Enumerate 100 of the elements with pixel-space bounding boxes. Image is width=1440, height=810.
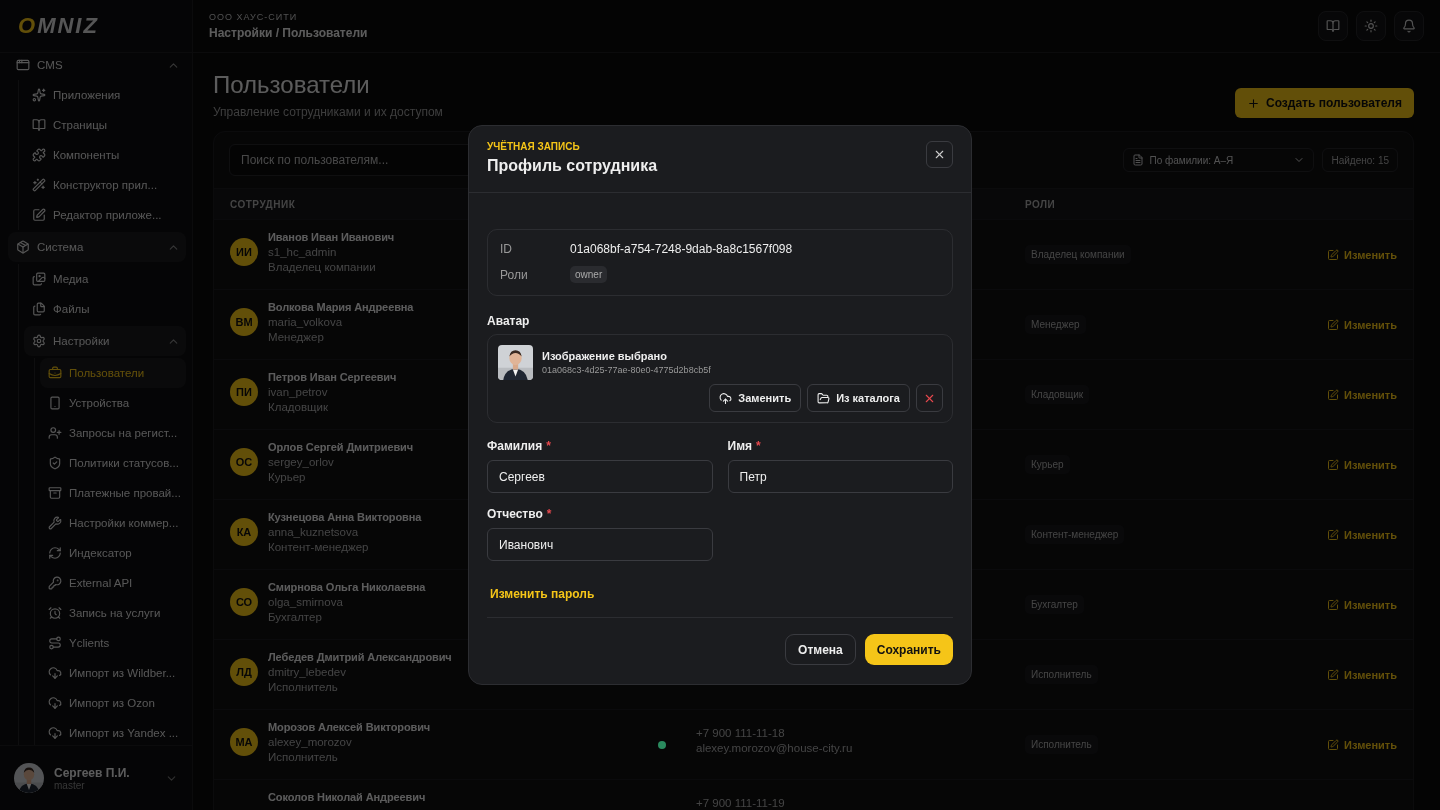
sidebar-item[interactable]: Конструктор прил... [24, 170, 186, 200]
user-login: maria_volkova [268, 316, 344, 328]
user-avatar: МА [230, 728, 258, 756]
input-field[interactable]: Иванович [487, 528, 713, 561]
user-name: Соколов Николай Андреевич [268, 791, 426, 803]
logo: OMNIZ [18, 13, 99, 39]
user-position: Менеджер [268, 331, 325, 343]
edit-link[interactable]: Изменить [1327, 458, 1397, 471]
user-avatar: ВМ [230, 308, 258, 336]
sidebar-item[interactable]: External API [40, 568, 186, 598]
avatar-label: Аватар [487, 314, 531, 328]
result-count: Найдено: 15 [1322, 148, 1398, 172]
edit-link[interactable]: Изменить [1327, 738, 1397, 751]
sidebar-item[interactable]: Платежные провай... [40, 478, 186, 508]
user-name: Орлов Сергей Дмитриевич [268, 441, 413, 453]
required-mark: * [756, 439, 761, 453]
sort-select[interactable]: По фамилии: А–Я [1123, 148, 1315, 172]
role-tag: Исполнитель [1025, 665, 1098, 684]
user-email: alexey.morozov@house-city.ru [696, 742, 854, 754]
user-position: Контент-менеджер [268, 541, 370, 553]
field-label: Имя * [727, 439, 762, 453]
role-tag: owner [570, 266, 608, 283]
sidebar-item[interactable]: Устройства [40, 388, 186, 418]
edit-link[interactable]: Изменить [1327, 598, 1397, 611]
role-tag: Владелец компании [1025, 245, 1131, 264]
column-header: СОТРУДНИК [230, 198, 297, 210]
sidebar-item[interactable]: Импорт из Yandex ... [40, 718, 186, 745]
edit-link[interactable]: Изменить [1327, 248, 1397, 261]
create-user-button[interactable]: Создать пользователя [1234, 88, 1414, 118]
role-tag: Курьер [1025, 455, 1070, 474]
user-avatar: СО [230, 588, 258, 616]
page-title: Пользователи [213, 71, 371, 99]
replace-button[interactable]: Заменить [709, 384, 802, 412]
change-password-link[interactable]: Изменить пароль [490, 587, 595, 601]
column-header: РОЛИ [1025, 198, 1057, 210]
sidebar-item[interactable]: Запросы на регист... [40, 418, 186, 448]
edit-link[interactable]: Изменить [1327, 388, 1397, 401]
sidebar-item[interactable]: Импорт из Ozon [40, 688, 186, 718]
user-name: Волкова Мария Андреевна [268, 301, 414, 313]
sidebar-item[interactable]: CMS [8, 50, 186, 80]
sidebar-item[interactable]: Медиа [24, 264, 186, 294]
edit-link[interactable]: Изменить [1327, 318, 1397, 331]
input-field[interactable]: Петр [727, 460, 953, 493]
user-avatar: ЛД [230, 658, 258, 686]
cancel-button[interactable]: Отмена [785, 634, 856, 665]
user-name: Иванов Иван Иванович [268, 231, 395, 243]
sidebar-item[interactable]: Пользователи [40, 358, 186, 388]
role-tag: Менеджер [1025, 315, 1086, 334]
user-position: Бухгалтер [268, 611, 323, 623]
user-avatar: ИИ [230, 238, 258, 266]
required-mark: * [546, 507, 552, 521]
user-login: alexey_morozov [268, 736, 353, 748]
info-value: 01a068bf-a754-7248-9dab-8a8c1567f098 [570, 242, 793, 256]
user-avatar: КА [230, 518, 258, 546]
user-name: Сергеев П.И. [54, 765, 131, 780]
sidebar-item[interactable]: Индексатор [40, 538, 186, 568]
sidebar-item[interactable]: Yclients [40, 628, 186, 658]
sidebar-item[interactable]: Компоненты [24, 140, 186, 170]
field-label: Отчество * [487, 507, 553, 521]
role-tag: Исполнитель [1025, 735, 1098, 754]
breadcrumb: Настройки / Пользователи [209, 26, 368, 40]
edit-link[interactable]: Изменить [1327, 668, 1397, 681]
role-tag: Бухгалтер [1025, 595, 1084, 614]
sidebar-item[interactable]: Страницы [24, 110, 186, 140]
user-name: Лебедев Дмитрий Александрович [268, 651, 452, 663]
user-name: Смирнова Ольга Николаевна [268, 581, 426, 593]
user-login: sergey_orlov [268, 456, 335, 468]
sidebar-item[interactable]: Система [8, 232, 186, 262]
sidebar-item[interactable]: Запись на услуги [40, 598, 186, 628]
sidebar-item[interactable]: Настройки коммер... [40, 508, 186, 538]
user-position: Кладовщик [268, 401, 329, 413]
user-login: anna_kuznetsova [268, 526, 360, 538]
user-login: dmitry_lebedev [268, 666, 347, 678]
user-phone: +7 900 111-11-18 [696, 727, 786, 739]
sidebar-item[interactable]: Политики статусов... [40, 448, 186, 478]
user-avatar: ПИ [230, 378, 258, 406]
user-avatar: ОС [230, 448, 258, 476]
sidebar-item[interactable]: Приложения [24, 80, 186, 110]
user-name: Петров Иван Сергеевич [268, 371, 397, 383]
user-phone: +7 900 111-11-19 [696, 797, 786, 809]
user-login: ivan_petrov [268, 386, 329, 398]
save-button[interactable]: Сохранить [864, 634, 953, 665]
user-login: s1_hc_admin [268, 246, 338, 258]
avatar-status: Изображение выбрано [542, 350, 668, 362]
user-login: olga_smirnova [268, 596, 344, 608]
file-id: 01a068c3-4d25-77ae-80e0-4775d2b8cb5f [542, 365, 711, 375]
user-name: Морозов Алексей Викторович [268, 721, 431, 733]
sidebar-item[interactable]: Файлы [24, 294, 186, 324]
catalog-button[interactable]: Из каталога [807, 384, 910, 412]
info-label: ID [500, 242, 513, 256]
sidebar-item[interactable]: Настройки [24, 326, 186, 356]
user-position: Исполнитель [268, 751, 339, 763]
input-field[interactable]: Сергеев [487, 460, 713, 493]
user-position: Владелец компании [268, 261, 377, 273]
sidebar-item[interactable]: Импорт из Wildber... [40, 658, 186, 688]
dialog-eyebrow: УЧЁТНАЯ ЗАПИСЬ [487, 141, 581, 152]
user-position: Курьер [268, 471, 307, 483]
sidebar-item[interactable]: Редактор приложе... [24, 200, 186, 230]
edit-link[interactable]: Изменить [1327, 528, 1397, 541]
info-label: Роли [500, 267, 529, 282]
